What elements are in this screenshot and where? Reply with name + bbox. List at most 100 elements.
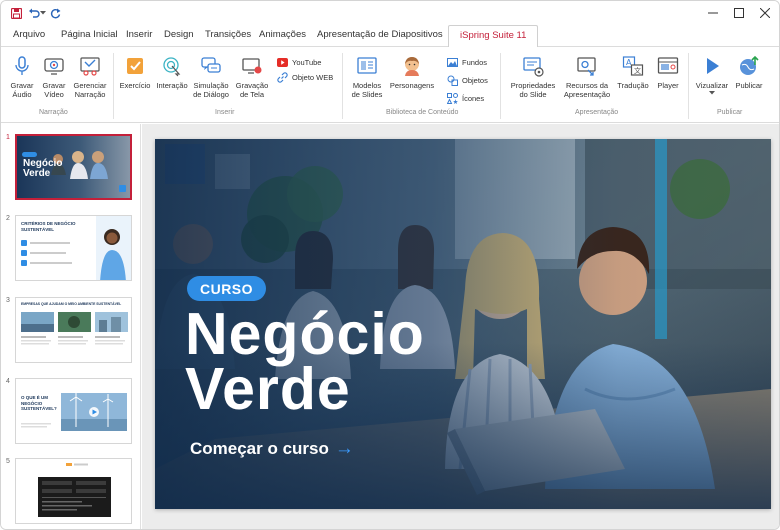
dialog-simulation-label: Simulação de Diálogo [193,81,229,99]
backgrounds-button[interactable]: Fundos [447,57,487,68]
tab-transicoes[interactable]: Transições [205,29,251,40]
undo-dropdown-icon[interactable] [40,7,46,19]
translation-label: Tradução [617,81,649,90]
record-audio-label: Gravar Áudio [10,81,34,99]
translation-icon: A文 [622,55,644,77]
youtube-button[interactable]: YouTube [277,57,321,68]
preview-button[interactable]: Vizualizar [694,55,730,95]
save-icon[interactable] [10,7,22,19]
quiz-label: Exercício [119,81,151,90]
slide-thumbnail-4[interactable]: O QUE É UM NEGÓCIO SUSTENTÁVEL? [15,378,132,444]
publish-icon [738,55,760,77]
tab-inserir[interactable]: Inserir [126,29,152,40]
svg-text:文: 文 [634,66,641,75]
record-video-label: Gravar Vídeo [42,81,66,99]
slide-number: 1 [6,134,10,141]
characters-icon [401,55,423,77]
tab-ispring-suite[interactable]: iSpring Suite 11 [448,25,539,48]
slide-thumbnail-panel[interactable]: 1 Negócio Verde 2 CRITÉRIOS DE NEGÓCIO S… [1,124,141,529]
slide-title-line-2: Verde [185,356,351,422]
slide-templates-label: Modelos de Slides [351,81,383,99]
tab-design[interactable]: Design [164,29,194,40]
objects-button[interactable]: Objetos [447,75,488,86]
slide-number: 5 [6,458,10,465]
tab-animacoes[interactable]: Animações [259,29,306,40]
dialog-simulation-button[interactable]: Simulação de Diálogo [192,55,230,99]
screen-recording-label: Gravação de Tela [235,81,269,99]
quiz-button[interactable]: Exercício [119,55,151,90]
web-object-button[interactable]: Objeto WEB [277,72,333,83]
slide-properties-button[interactable]: Propriedades do Slide [508,55,558,99]
player-label: Player [657,81,679,90]
tab-pagina-inicial[interactable]: Página Inicial [61,29,118,40]
maximize-button[interactable] [729,4,749,22]
presentation-resources-icon [576,55,598,77]
slide-thumbnail-title: Negócio Verde [23,158,63,179]
slide-title: Negócio Verde [185,301,425,422]
interaction-button[interactable]: Interação [155,55,189,90]
slide-thumbnail-title: O QUE É UM NEGÓCIO SUSTENTÁVEL? [21,395,57,411]
manage-narration-label: Gerenciar Narração [73,81,107,99]
minimize-button[interactable] [703,4,723,22]
slide-number: 4 [6,378,10,385]
slide-thumbnail-3[interactable]: EMPRESAS QUE AJUDAM O MEIO AMBIENTE SUST… [15,297,132,363]
microphone-icon [11,55,33,77]
characters-label: Personagens [389,81,435,90]
ribbon-toolbar: Gravar Áudio Gravar Vídeo Gerenciar Narr… [1,47,779,123]
slide-thumbnail-title: CRITÉRIOS DE NEGÓCIO SUSTENTÁVEL [21,221,76,232]
manage-narration-icon [79,55,101,77]
ribbon-separator [342,53,343,119]
backgrounds-icon [447,57,458,68]
tab-arquivo[interactable]: Arquivo [13,29,45,40]
slide-templates-button[interactable]: Modelos de Slides [349,55,385,99]
slide-thumbnail-1[interactable]: Negócio Verde [15,134,132,200]
preview-icon [701,55,723,77]
close-button[interactable] [755,4,775,22]
current-slide[interactable]: CURSO Negócio Verde Começar o curso → [155,139,771,509]
slide-thumbnail-5[interactable] [15,458,132,524]
ribbon-separator [113,53,114,119]
youtube-icon [277,57,288,68]
slide-number: 2 [6,215,10,222]
course-badge: CURSO [187,276,266,301]
group-label-inserir: Inserir [215,109,235,116]
slide-templates-icon [356,55,378,77]
slide-properties-icon [522,55,544,77]
record-audio-button[interactable]: Gravar Áudio [9,55,35,99]
player-button[interactable]: Player [655,55,681,90]
manage-narration-button[interactable]: Gerenciar Narração [73,55,107,99]
player-icon [657,55,679,77]
tab-apresentacao[interactable]: Apresentação de Diapositivos [317,29,443,40]
preview-label: Vizualizar [695,81,729,90]
ribbon-separator [500,53,501,119]
slide-thumbnail-title: EMPRESAS QUE AJUDAM O MEIO AMBIENTE SUST… [21,302,122,306]
publish-button[interactable]: Publicar [734,55,764,90]
group-label-biblioteca: Biblioteca de Conteúdo [386,109,459,116]
web-object-icon [277,72,288,83]
characters-button[interactable]: Personagens [389,55,435,90]
group-label-publicar: Publicar [717,109,743,116]
quiz-icon [124,55,146,77]
slide-editor-canvas[interactable]: CURSO Negócio Verde Começar o curso → [142,124,779,529]
preview-dropdown-icon[interactable] [709,91,715,95]
screen-recording-icon [241,55,263,77]
slide-number: 3 [6,297,10,304]
web-object-label: Objeto WEB [292,73,334,82]
slide-thumbnail-2[interactable]: CRITÉRIOS DE NEGÓCIO SUSTENTÁVEL [15,215,132,281]
youtube-label: YouTube [292,58,322,67]
interaction-icon [161,55,183,77]
screen-recording-button[interactable]: Gravação de Tela [235,55,269,99]
objects-label: Objetos [462,76,488,85]
dialog-simulation-icon [200,55,222,77]
ribbon-tabs: Arquivo Página Inicial Inserir Design Tr… [1,25,779,48]
slide-title-line-1: Negócio [185,301,425,367]
translation-button[interactable]: A文 Tradução [615,55,651,90]
group-label-apresentacao: Apresentação [575,109,619,116]
undo-icon[interactable] [28,7,40,19]
presentation-resources-button[interactable]: Recursos da Apresentação [562,55,612,99]
start-course-link[interactable]: Começar o curso → [190,438,354,460]
record-video-button[interactable]: Gravar Vídeo [41,55,67,99]
icons-button[interactable]: Ícones [447,93,484,104]
objects-icon [447,75,458,86]
redo-icon[interactable] [49,7,61,19]
